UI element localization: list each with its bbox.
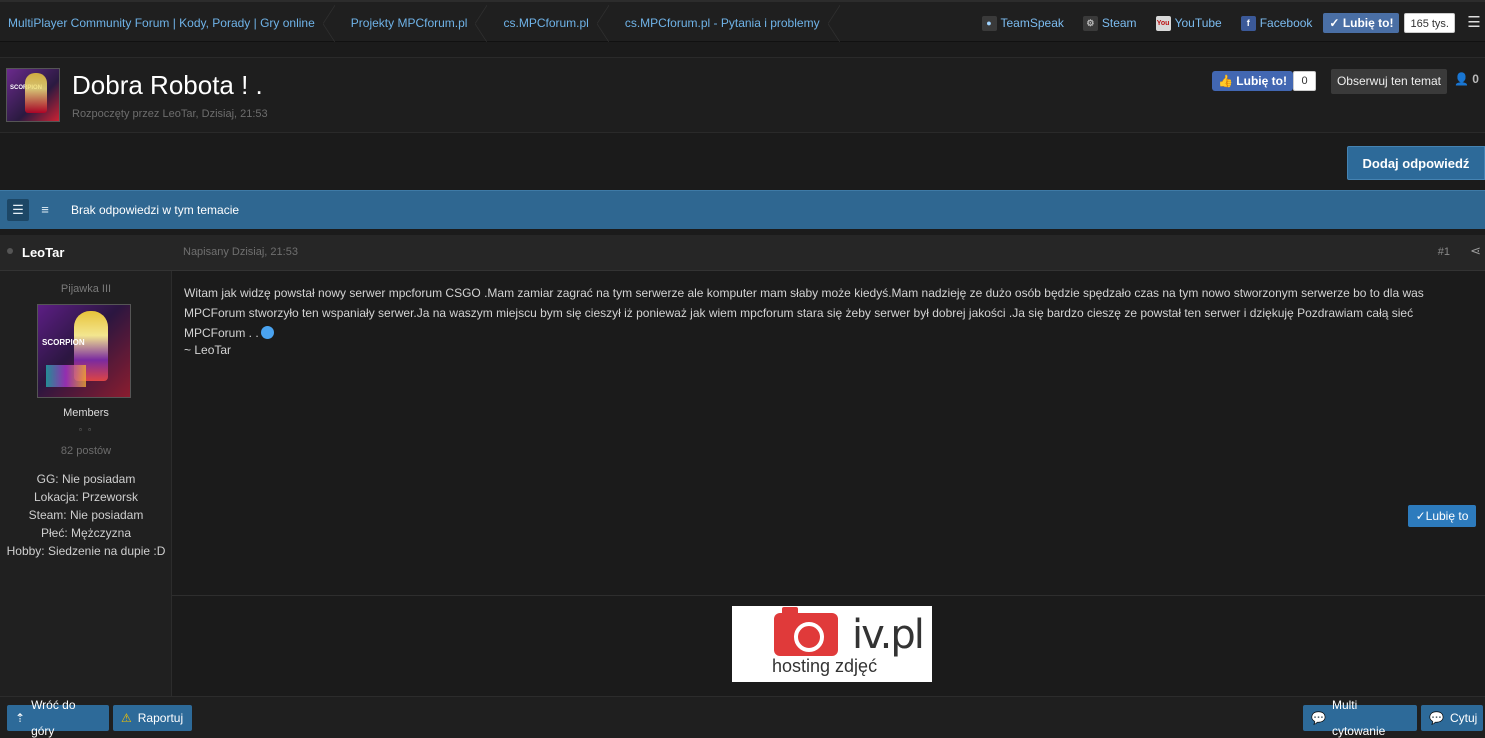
field-steam: Steam: Nie posiadam	[28, 508, 144, 522]
followers-count: 👤 0	[1454, 72, 1479, 86]
signature-banner-image[interactable]: iv.pl hosting zdjęć	[732, 606, 932, 682]
facebook-like-count: 165 tys.	[1404, 13, 1455, 33]
steam-link[interactable]: ⚙ Steam	[1082, 15, 1137, 31]
rank-pips: ▫ ▫	[79, 425, 93, 434]
social-links: ● TeamSpeak ⚙ Steam You YouTube f Facebook ✓…	[981, 12, 1485, 34]
like-post-button[interactable]: ✓Lubię to	[1408, 505, 1476, 527]
topic-author-avatar[interactable]	[6, 68, 60, 122]
post-actions-bar: ⇡ Wróć do góry ⚠ Raportuj 💬 Multi cytowanie…	[0, 696, 1485, 738]
share-icon[interactable]: ⋖	[1470, 243, 1481, 259]
post-header: LeoTar Napisany Dzisiaj, 21:53 #1 ⋖	[0, 235, 1485, 271]
author-rank: Pijawka III	[60, 283, 112, 295]
breadcrumb-item-cs[interactable]: cs.MPCforum.pl	[487, 5, 610, 42]
user-icon: 👤	[1454, 72, 1469, 86]
author-group: Members	[63, 407, 109, 419]
topic-meta: Rozpoczęty przez LeoTar, Dzisiaj, 21:53	[72, 108, 268, 120]
teamspeak-icon: ●	[981, 15, 997, 31]
author-custom-fields: GG: Nie posiadam Lokacja: Przeworsk Stea…	[0, 470, 172, 560]
post-author-name[interactable]: LeoTar	[22, 245, 64, 260]
list-view-icon[interactable]: ☰	[7, 199, 29, 221]
quote-button[interactable]: 💬 Cytuj	[1421, 705, 1483, 731]
post-text: Witam jak widzę powstał nowy serwer mpcf…	[184, 286, 1424, 340]
smiley-icon	[260, 326, 274, 339]
facebook-like-button[interactable]: ✓ Lubię to!	[1323, 13, 1400, 33]
field-hobby: Hobby: Siedzenie na dupie :D	[6, 544, 166, 558]
teamspeak-link[interactable]: ● TeamSpeak	[981, 15, 1064, 31]
topic-fb-like-count: 0	[1293, 71, 1316, 91]
report-button[interactable]: ⚠ Raportuj	[113, 705, 192, 731]
breadcrumb-item-projects[interactable]: Projekty MPCforum.pl	[335, 5, 488, 42]
multiquote-button[interactable]: 💬 Multi cytowanie	[1303, 698, 1417, 738]
add-reply-button[interactable]: Dodaj odpowiedź	[1347, 146, 1485, 180]
post-number-link[interactable]: #1	[1438, 246, 1450, 258]
breadcrumb-item-questions[interactable]: cs.MPCforum.pl - Pytania i problemy	[609, 5, 840, 42]
steam-icon: ⚙	[1082, 15, 1098, 31]
banner-subtitle: hosting zdjęć	[772, 656, 878, 676]
post-signature: ~ LeoTar	[184, 343, 232, 357]
breadcrumb: MultiPlayer Community Forum | Kody, Pora…	[0, 5, 840, 42]
follow-topic-button[interactable]: Obserwuj ten temat	[1331, 69, 1447, 94]
back-to-top-button[interactable]: ⇡ Wróć do góry	[7, 698, 109, 738]
facebook-icon: f	[1240, 15, 1256, 31]
field-gg: GG: Nie posiadam	[36, 472, 136, 486]
topic-header: Dobra Robota ! . Rozpoczęty przez LeoTar…	[0, 57, 1485, 133]
topic-fb-like-button[interactable]: 👍 Lubię to!	[1212, 71, 1293, 91]
post-author-panel: Pijawka III SCORPION Members ▫ ▫ 82 post…	[0, 271, 172, 696]
author-post-count: 82 postów	[60, 445, 112, 457]
speech-bubble-icon: 💬	[1311, 711, 1326, 725]
avatar[interactable]: SCORPION	[37, 304, 131, 398]
breadcrumb-item-forum[interactable]: MultiPlayer Community Forum | Kody, Pora…	[0, 5, 335, 42]
online-status-icon	[7, 248, 13, 254]
top-navigation-bar: MultiPlayer Community Forum | Kody, Pora…	[0, 0, 1485, 42]
quote-icon: 💬	[1429, 711, 1444, 725]
banner-brand: iv.pl	[852, 612, 925, 658]
youtube-link[interactable]: You YouTube	[1155, 15, 1222, 31]
no-replies-text: Brak odpowiedzi w tym temacie	[71, 203, 240, 217]
signature-divider	[172, 595, 1485, 596]
camera-icon	[774, 607, 838, 656]
facebook-link[interactable]: f Facebook	[1240, 15, 1312, 31]
youtube-icon: You	[1155, 15, 1171, 31]
warning-icon: ⚠	[121, 711, 132, 725]
page-up-icon: ⇡	[15, 711, 26, 725]
text-view-icon[interactable]: ≡	[34, 199, 56, 221]
post-content: Witam jak widzę powstał nowy serwer mpcf…	[184, 283, 1474, 343]
menu-icon[interactable]: ☰	[1463, 12, 1485, 34]
field-gender: Płeć: Mężczyzna	[40, 526, 132, 540]
page-title: Dobra Robota ! .	[72, 70, 263, 100]
field-location: Lokacja: Przeworsk	[33, 490, 139, 504]
topic-info-bar: ☰ ≡ Brak odpowiedzi w tym temacie	[0, 190, 1485, 229]
post-date: Napisany Dzisiaj, 21:53	[183, 246, 298, 258]
